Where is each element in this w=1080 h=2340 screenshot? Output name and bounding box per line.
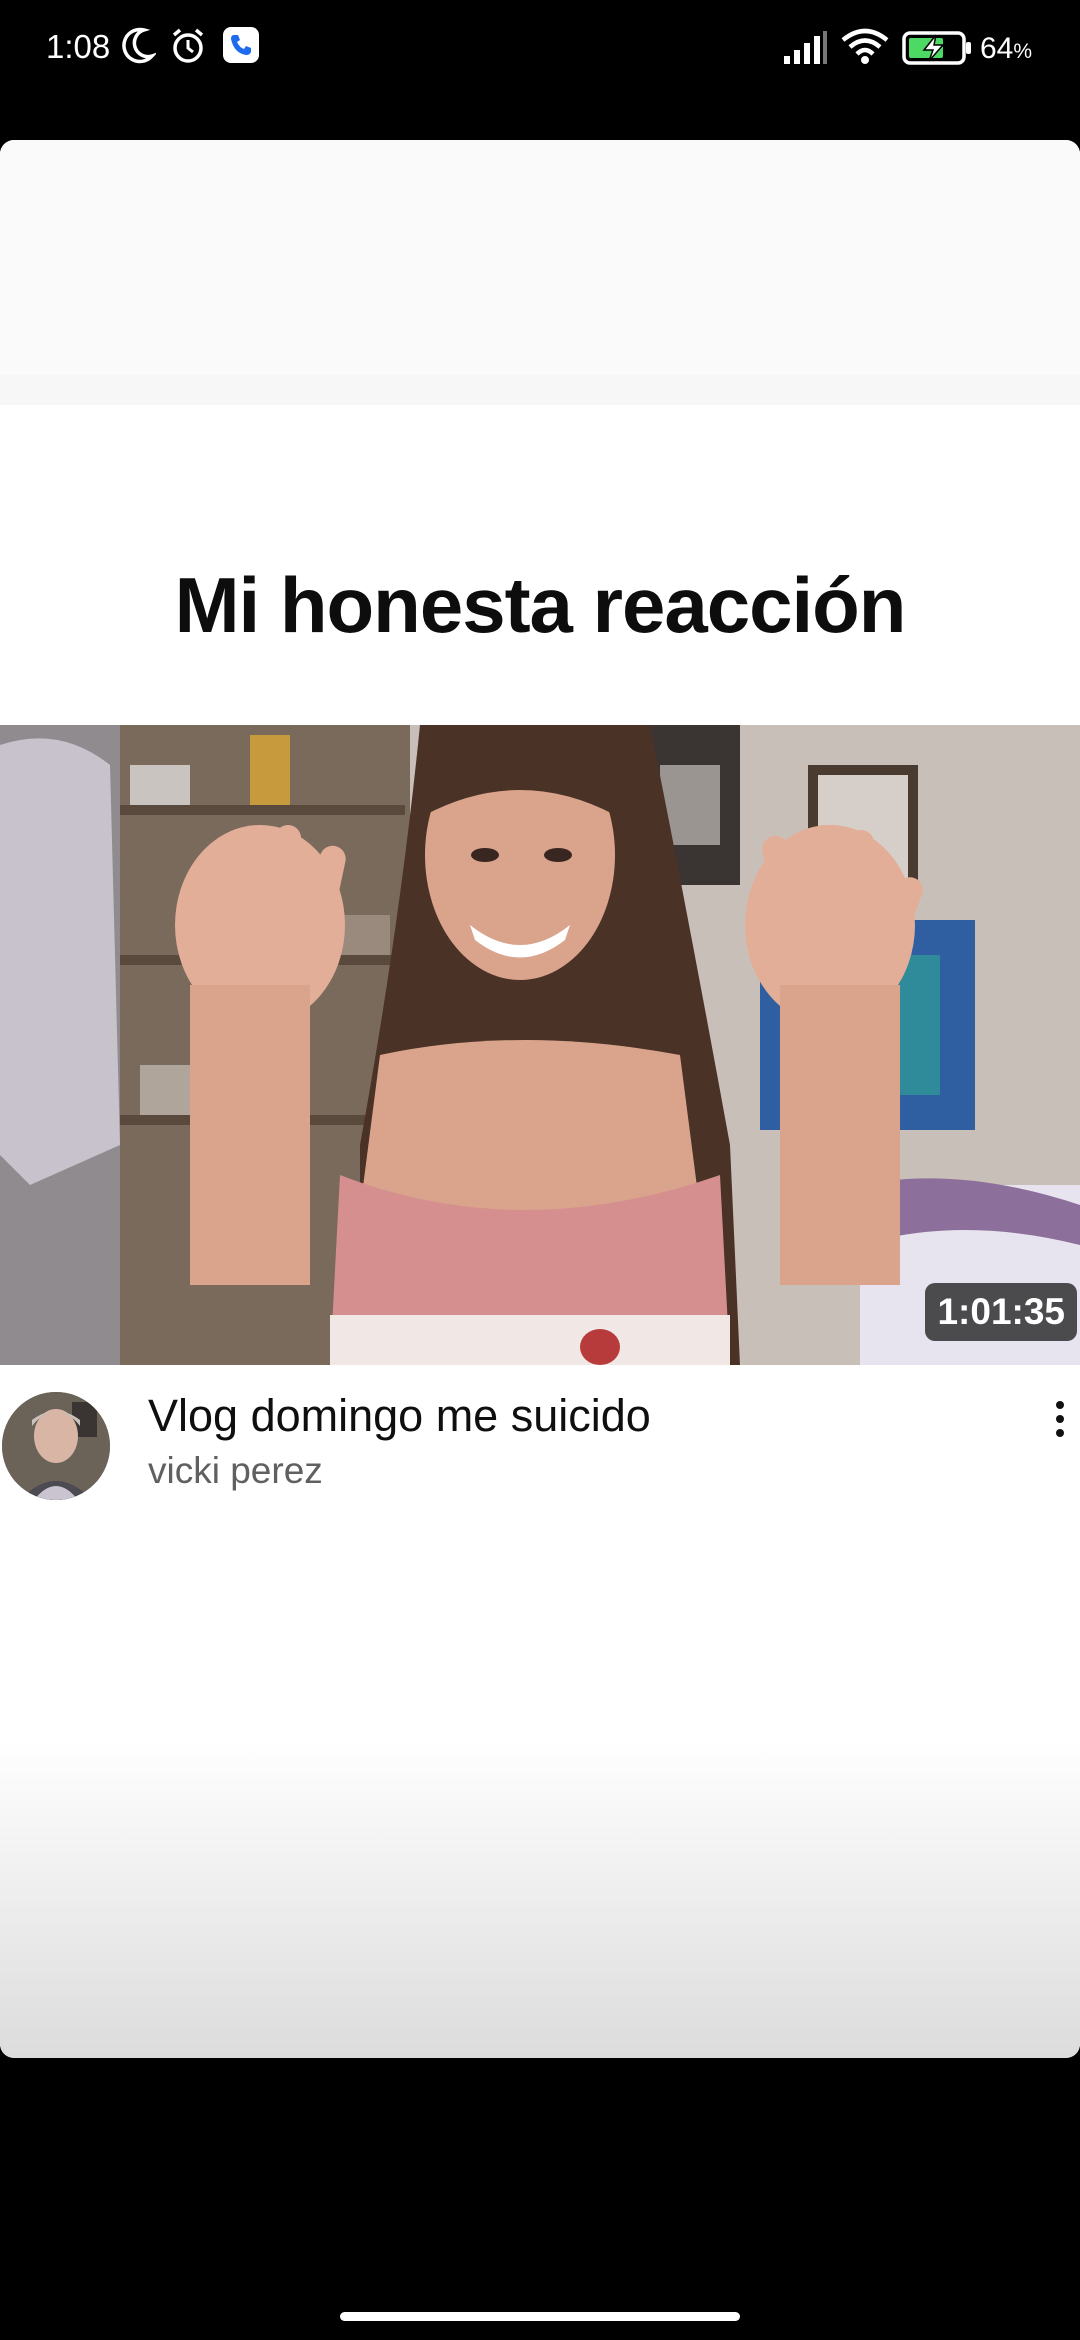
status-bar: 1:08 64% — [0, 0, 1080, 100]
channel-avatar[interactable] — [2, 1392, 110, 1500]
wifi-icon — [841, 28, 889, 64]
status-time: 1:08 — [46, 28, 111, 65]
video-thumbnail[interactable]: 1:01:35 — [0, 725, 1080, 1365]
moon-icon — [122, 27, 156, 64]
avatar-image — [2, 1392, 110, 1500]
alarm-icon — [172, 28, 204, 63]
card-bottom-fade — [0, 1740, 1080, 2058]
more-options-icon[interactable] — [1050, 1395, 1070, 1455]
home-indicator[interactable] — [340, 2312, 740, 2321]
phone-app-icon — [223, 27, 259, 63]
divider — [0, 375, 1080, 405]
story-card[interactable]: Mi honesta reacción 1:01:35 Vlog domingo… — [0, 140, 1080, 2058]
video-title[interactable]: Vlog domingo me suicido — [148, 1390, 651, 1442]
thumbnail-image — [0, 725, 1080, 1365]
card-header-area — [0, 140, 1080, 375]
story-headline: Mi honesta reacción — [174, 561, 907, 649]
battery-charging-icon — [902, 31, 971, 65]
signal-icon — [784, 31, 827, 64]
channel-name[interactable]: vicki perez — [148, 1450, 323, 1492]
battery-percentage: 64% — [980, 32, 1033, 65]
video-duration-badge: 1:01:35 — [925, 1283, 1077, 1341]
